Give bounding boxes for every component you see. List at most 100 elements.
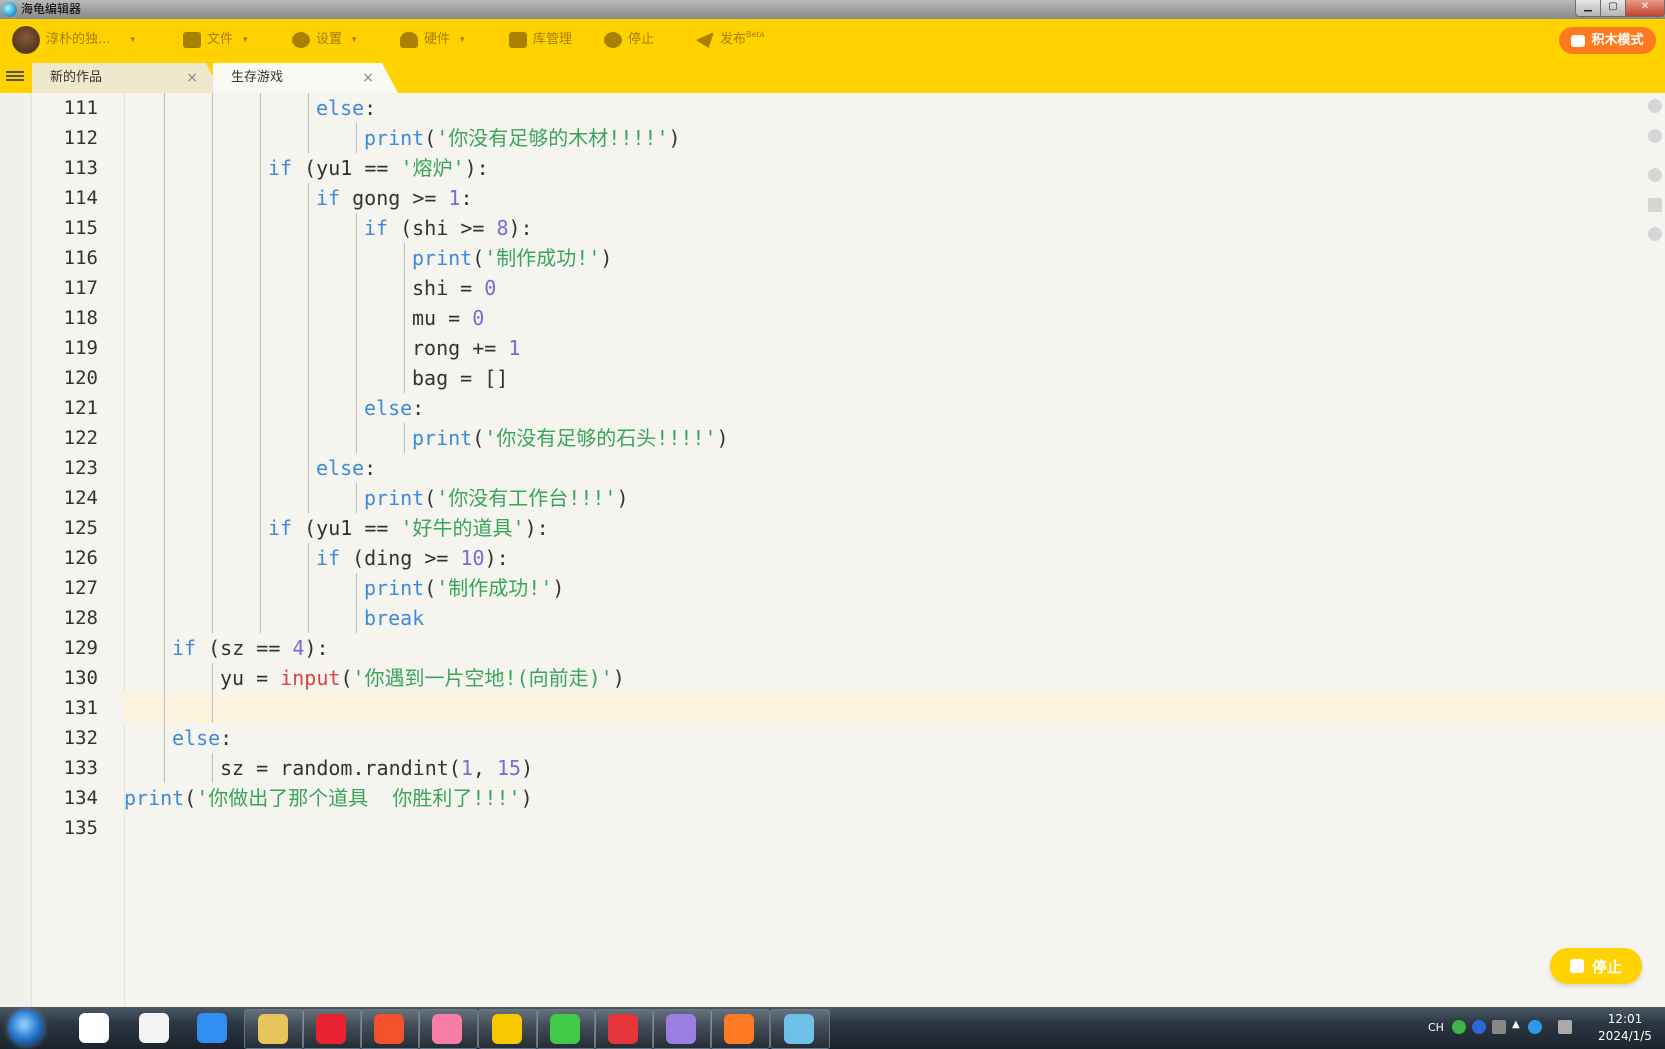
stop-icon [1569,959,1584,973]
taskbar-notepad-button[interactable] [126,1009,184,1047]
action-center-icon[interactable] [1558,1020,1572,1034]
indent-guide [164,723,165,753]
line-number: 129 [63,637,98,659]
taskbar-wechat-button[interactable] [536,1009,596,1049]
taskbar-baidu-netdisk-button[interactable] [66,1009,124,1047]
indent-guide [164,273,165,303]
close-button[interactable]: ✕ [1625,0,1665,17]
hardware-menu-label: 硬件 [424,32,451,47]
reset-zoom-icon[interactable] [1648,198,1662,212]
notepad-icon [139,1013,169,1043]
taskbar-file-explorer-button[interactable] [244,1009,304,1049]
settings-menu[interactable]: 设置 ▾ [292,19,357,61]
hardware-menu[interactable]: 硬件 ▾ [400,19,465,61]
user-menu[interactable]: 淳朴的独... ▾ [12,19,135,61]
taskbar-wps-presentation-button[interactable] [360,1009,420,1049]
code-token: mu = [412,306,473,330]
indent-guide [356,603,357,633]
code-token: 4 [292,636,305,660]
publish-button[interactable]: 发布 Beta [696,19,764,61]
code-line[interactable]: yu = input('你遇到一片空地!(向前走)') [124,663,1665,693]
code-token: else [316,456,365,480]
undo-icon[interactable] [1648,99,1662,113]
paper-plane-icon [696,32,714,48]
feishu-icon [197,1013,227,1043]
taskbar-netease-music-button[interactable] [302,1009,362,1049]
indent-guide [212,603,213,633]
code-line[interactable]: if (yu1 == '熔炉'): [124,153,1665,183]
block-mode-button[interactable]: 积木模式 [1559,27,1656,54]
indent-guide [260,543,261,573]
taskbar-app-red-button[interactable] [594,1009,654,1049]
close-icon[interactable]: × [186,63,198,93]
language-indicator[interactable]: CH [1428,1021,1444,1034]
code-line[interactable]: if (sz == 4): [124,633,1665,663]
start-button[interactable] [8,1010,44,1046]
maximize-button[interactable]: ▢ [1600,0,1626,17]
minimize-button[interactable]: ▁ [1575,0,1601,17]
tray-app-icon[interactable] [1452,1020,1466,1034]
tab-survival-game[interactable]: 生存游戏 × [213,63,398,93]
show-hidden-icons-icon[interactable]: ▲ [1512,1019,1520,1030]
taskbar-bilibili-button[interactable] [418,1009,478,1049]
code-token: 10 [460,546,485,570]
line-number: 111 [63,97,98,119]
library-manager-button[interactable]: 库管理 [509,19,572,61]
code-line[interactable]: if gong >= 1: [124,183,1665,213]
code-line[interactable]: else: [124,723,1665,753]
indent-guide [260,183,261,213]
wps-presentation-icon [374,1014,404,1044]
code-line[interactable]: if (ding >= 10): [124,543,1665,573]
code-token: ( [340,666,353,690]
indent-guide [164,333,165,363]
code-line[interactable]: else: [124,453,1665,483]
code-line[interactable]: else: [124,93,1665,123]
file-menu-label: 文件 [207,32,234,47]
code-token: print [364,576,425,600]
settings-menu-label: 设置 [316,32,343,47]
redo-icon[interactable] [1648,129,1662,143]
indent-guide [356,273,357,303]
code-line[interactable]: if (yu1 == '好牛的道具'): [124,513,1665,543]
code-line-content: print('你做出了那个道具 你胜利了!!!') [124,783,533,813]
code-line[interactable]: sz = random.randint(1, 15) [124,753,1665,783]
robot-icon [400,32,418,48]
sidebar-toggle-icon[interactable] [6,69,24,85]
code-token: 0 [484,276,497,300]
close-icon[interactable]: × [362,63,374,93]
indent-guide [308,333,309,363]
code-line[interactable] [124,813,1665,843]
indent-guide [212,213,213,243]
gear-icon [292,32,310,48]
indent-guide [404,333,405,363]
network-icon[interactable] [1492,1020,1506,1034]
taskbar-turtle-editor-button[interactable] [770,1009,830,1049]
file-menu[interactable]: 文件 ▾ [183,19,248,61]
taskbar-qq-remote-button[interactable] [478,1009,538,1049]
code-line[interactable]: print('你做出了那个道具 你胜利了!!!') [124,783,1665,813]
indent-guide [212,183,213,213]
publish-label: 发布 [720,32,747,47]
indent-guide [308,603,309,633]
code-editor[interactable]: 111 112 113 114 115 116 117 118 119 120 121 122 123 1… [0,93,1665,1007]
code-line[interactable] [124,693,1665,723]
zoom-out-icon[interactable] [1648,227,1662,241]
indent-guide [212,123,213,153]
taskbar-firefox-button[interactable] [710,1009,770,1049]
stop-button[interactable]: 停止 [604,19,654,61]
system-clock[interactable]: 12:01 2024/1/5 [1590,1011,1660,1045]
help-icon[interactable] [1472,1020,1486,1034]
code-token: ): [304,636,329,660]
taskbar-kite-app-button[interactable] [652,1009,712,1049]
onedrive-icon[interactable] [1528,1020,1542,1034]
tab-new-work[interactable]: 新的作品 × [32,63,222,93]
taskbar-feishu-button[interactable] [184,1009,242,1047]
indent-guide [164,303,165,333]
code-token: '你没有足够的木材!!!!' [436,126,669,150]
code-area[interactable]: else: print('你没有足够的木材!!!!') if (yu1 == '熔炉… [124,93,1665,1007]
zoom-in-icon[interactable] [1648,168,1662,182]
indent-guide [308,183,309,213]
code-token: if [316,186,341,210]
code-token: print [412,246,473,270]
floating-stop-button[interactable]: 停止 [1550,948,1642,984]
